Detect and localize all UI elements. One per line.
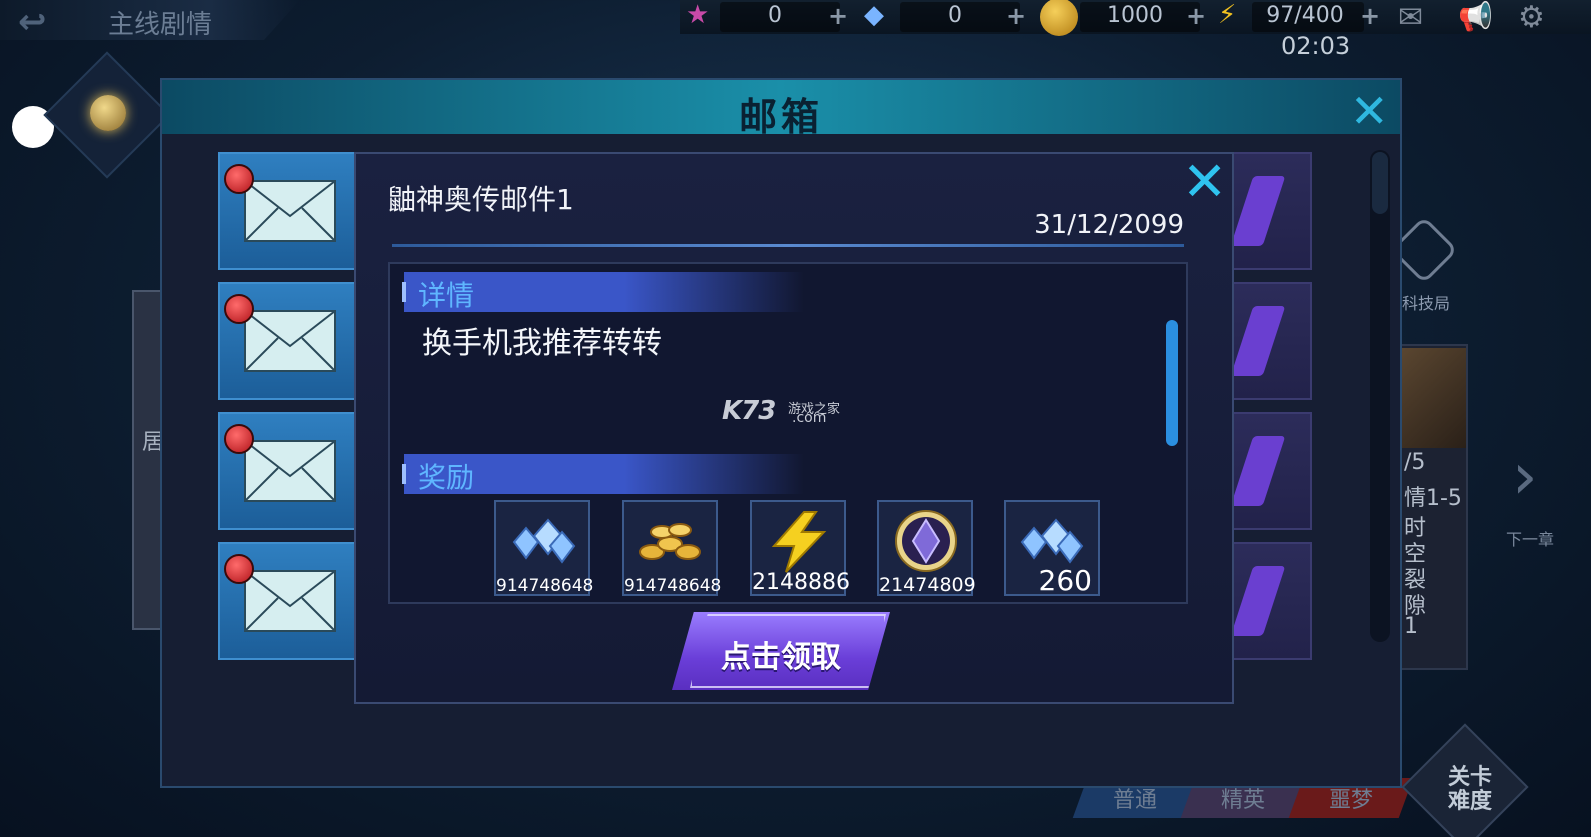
unread-dot-icon [224,294,254,324]
action-mark-icon [1230,306,1286,376]
details-label: 详情 [418,279,475,312]
action-mark-icon [1230,566,1286,636]
level-card[interactable]: /5 情1-5 时 空 裂 隙 1 [1398,344,1468,670]
mailbox-title: 邮箱 [738,95,823,139]
mail-list-scrollbar[interactable] [1370,150,1390,642]
reward-slot[interactable]: 2148886 [750,500,850,596]
mail-list-item[interactable] [218,412,358,530]
details-section-header: 详情 [402,272,804,312]
diamond-value: 0 [948,3,962,28]
level-name: 情1-5 [1404,486,1462,511]
announcement-icon[interactable]: 📢 [1458,0,1493,33]
rewards-label: 奖励 [418,461,475,494]
star-value: 0 [768,3,782,28]
left-stage-card [132,290,162,630]
blue-diamond-pile-icon [512,518,576,564]
reward-slot[interactable]: 914748648 [494,500,594,596]
mailbox-header: 邮箱 [162,80,1400,139]
reward-slot[interactable]: 21474809 [877,500,976,596]
next-chapter-arrow-icon[interactable]: › [1512,440,1538,514]
next-chapter-label: 下一章 [1506,530,1555,549]
purple-crystal-orb-icon [895,510,957,572]
mailbox-close-button[interactable]: ✕ [1350,84,1389,138]
resource-bar: ★ 0 + ◆ 0 + 1000 + ⚡ 97/400 + ✉ 📢 ⚙ [680,0,1591,36]
add-diamond-button[interactable]: + [1006,2,1026,30]
planet-icon [90,95,126,131]
reward-quantity: 914748648 [496,576,594,596]
envelope-icon [244,570,336,632]
reward-quantity: 914748648 [624,576,722,596]
unread-dot-icon [224,554,254,584]
add-energy-button[interactable]: + [1360,2,1380,30]
unread-dot-icon [224,424,254,454]
title-divider [392,244,1184,247]
back-button[interactable]: ↩ 主线剧情 [0,0,300,40]
mail-item-action-tab[interactable] [1230,412,1312,530]
reward-quantity: 21474809 [879,574,976,596]
watermark-domain: .com [792,410,827,426]
mail-date: 31/12/2099 [1034,210,1184,240]
tech-bureau-label: 科技局 [1402,294,1451,313]
mail-title: 鼬神奥传邮件1 [388,183,574,216]
claim-label: 点击领取 [721,640,841,675]
mail-item-action-tab[interactable] [1230,542,1312,660]
reward-quantity: 260 [1038,564,1092,597]
star-icon: ★ [686,0,710,30]
level-title-char: 1 [1404,614,1418,639]
action-mark-icon [1230,436,1286,506]
difficulty-label: 关卡难度 [1447,765,1492,814]
mail-list-item[interactable] [218,152,358,270]
level-card-image [1402,348,1466,448]
add-star-button[interactable]: + [828,2,848,30]
gold-coin-pile-icon [639,523,701,560]
envelope-icon [244,440,336,502]
mail-item-action-tab[interactable] [1230,152,1312,270]
envelope-icon [244,180,336,242]
rewards-section-header: 奖励 [402,454,804,494]
back-title: 主线剧情 [108,10,213,40]
claim-button[interactable]: 点击领取 [672,612,890,690]
mail-list-scroll-thumb[interactable] [1372,152,1388,214]
reward-slot[interactable]: 260 [1004,500,1100,597]
blue-diamond-pile-icon [1020,518,1084,564]
reward-quantity: 2148886 [752,570,850,595]
watermark-brand: K73 [722,396,776,426]
back-arrow-icon: ↩ [18,2,47,42]
energy-value: 97/400 [1266,3,1344,28]
mail-list-item[interactable] [218,542,358,660]
lightning-icon [771,511,827,573]
mail-list-item[interactable] [218,282,358,400]
clock: 02:03 [1281,32,1351,60]
add-gold-button[interactable]: + [1186,2,1206,30]
settings-gear-icon[interactable]: ⚙ [1518,0,1545,35]
level-progress: /5 [1404,450,1426,475]
popup-close-button[interactable]: ✕ [1182,150,1227,213]
mail-icon[interactable]: ✉ [1398,0,1423,35]
top-bar: ↩ 主线剧情 ★ 0 + ◆ 0 + 1000 + ⚡ 97/400 + ✉ 📢… [0,0,1591,60]
action-mark-icon [1230,176,1286,246]
gold-value: 1000 [1107,3,1163,28]
content-scrollbar[interactable] [1166,320,1178,446]
reward-slot[interactable]: 914748648 [622,500,722,596]
mail-body-text: 换手机我推荐转转 [422,326,662,361]
unread-dot-icon [224,164,254,194]
diamond-icon: ◆ [864,0,884,30]
mail-item-action-tab[interactable] [1230,282,1312,400]
energy-bolt-icon: ⚡ [1218,0,1237,30]
gold-coin-icon [1040,0,1078,36]
envelope-icon [244,310,336,372]
